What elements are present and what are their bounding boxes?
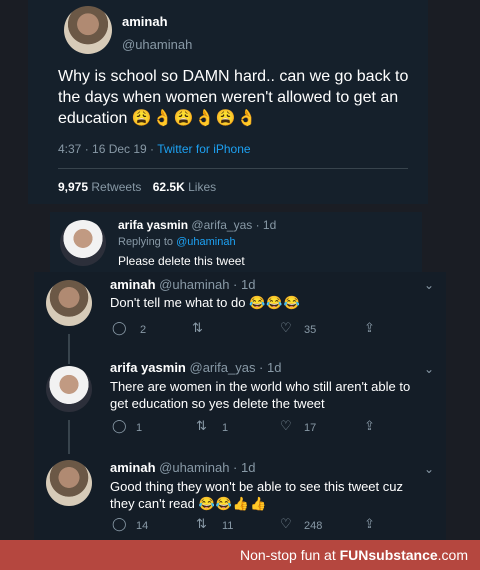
reply-tweet[interactable]: aminah @uhaminah · 1d Good thing they wo… (34, 454, 446, 540)
reply-text: Good thing they won't be able to see thi… (110, 479, 403, 511)
heart-icon[interactable]: ♡ (280, 516, 292, 532)
share-icon[interactable]: ⇪ (364, 516, 375, 532)
emoji-group: 😂😂😂 (249, 295, 301, 310)
avatar[interactable] (46, 280, 92, 326)
avatar[interactable] (46, 366, 92, 412)
reply-tweet[interactable]: arifa yasmin @arifa_yas · 1d Replying to… (50, 212, 422, 274)
author-handle[interactable]: @uhaminah · 1d (159, 277, 255, 292)
reply-icon[interactable]: ◯ (112, 320, 127, 336)
reply-icon[interactable]: ◯ (112, 418, 127, 434)
reply-text: Please delete this tweet (118, 254, 245, 268)
like-count: 17 (304, 422, 317, 434)
reply-header: aminah @uhaminah · 1d (110, 460, 255, 475)
main-tweet[interactable]: aminah @uhaminah Why is school so DAMN h… (28, 0, 428, 204)
chevron-down-icon[interactable]: ⌄ (424, 462, 434, 476)
author-handle[interactable]: @uhaminah · 1d (159, 460, 255, 475)
author-name[interactable]: aminah (110, 277, 156, 292)
author-name[interactable]: arifa yasmin (118, 218, 188, 232)
retweet-count[interactable]: 9,975 (58, 180, 88, 194)
reply-header: aminah @uhaminah · 1d (110, 277, 255, 292)
heart-icon[interactable]: ♡ (280, 320, 292, 336)
chevron-down-icon[interactable]: ⌄ (424, 362, 434, 376)
avatar[interactable] (64, 6, 112, 54)
reply-count: 1 (136, 422, 143, 434)
reply-header: arifa yasmin @arifa_yas · 1d (118, 218, 276, 232)
source-link[interactable]: Twitter for iPhone (157, 142, 250, 156)
like-count[interactable]: 62.5K (153, 180, 185, 194)
retweet-count: 11 (222, 520, 234, 532)
share-icon[interactable]: ⇪ (364, 320, 375, 336)
author-handle[interactable]: @uhaminah (122, 37, 192, 52)
reply-icon[interactable]: ◯ (112, 516, 127, 532)
avatar[interactable] (60, 220, 106, 266)
author-name[interactable]: aminah (110, 460, 156, 475)
reply-count: 14 (136, 520, 149, 532)
like-count: 35 (304, 324, 317, 336)
timestamp: 4:37 · 16 Dec 19 · (58, 142, 155, 156)
reply-thread: aminah @uhaminah · 1d Don't tell me what… (34, 272, 446, 540)
author-handle[interactable]: @arifa_yas · 1d (191, 218, 276, 232)
reply-text: There are women in the world who still a… (110, 379, 411, 411)
divider (58, 168, 408, 169)
replying-handle[interactable]: @uhaminah (176, 236, 235, 248)
author-name[interactable]: aminah (122, 14, 168, 29)
retweet-icon[interactable]: ⇅ (196, 516, 207, 532)
tweet-meta: 4:37 · 16 Dec 19 · Twitter for iPhone (58, 142, 251, 156)
heart-icon[interactable]: ♡ (280, 418, 292, 434)
chevron-down-icon[interactable]: ⌄ (424, 278, 434, 292)
emoji-group: 😩👌😩👌😩👌 (131, 110, 258, 127)
reply-text: Don't tell me what to do 😂😂😂 (110, 295, 301, 310)
tweet-text: Why is school so DAMN hard.. can we go b… (58, 68, 409, 127)
reply-header: arifa yasmin @arifa_yas · 1d (110, 360, 281, 375)
watermark-text: Non-stop fun at FUNsubstance.com (240, 547, 468, 563)
share-icon[interactable]: ⇪ (364, 418, 375, 434)
like-count: 248 (304, 520, 323, 532)
avatar[interactable] (46, 460, 92, 506)
replying-to: Replying to @uhaminah (118, 236, 236, 248)
retweets-label[interactable]: Retweets (91, 180, 141, 194)
likes-label[interactable]: Likes (188, 180, 216, 194)
author-handle[interactable]: @arifa_yas · 1d (190, 360, 282, 375)
watermark-bar: Non-stop fun at FUNsubstance.com (0, 540, 480, 570)
retweet-icon[interactable]: ⇅ (196, 418, 207, 434)
reply-count: 2 (140, 324, 147, 336)
retweet-icon[interactable]: ⇅ (192, 320, 203, 336)
emoji-group: 😂😂👍👍 (198, 496, 268, 511)
retweet-count: 1 (222, 422, 229, 434)
reply-tweet[interactable]: aminah @uhaminah · 1d Don't tell me what… (34, 272, 446, 362)
author-name[interactable]: arifa yasmin (110, 360, 186, 375)
reply-tweet[interactable]: arifa yasmin @arifa_yas · 1d There are w… (34, 360, 446, 452)
tweet-stats: 9,975 Retweets 62.5K Likes (58, 180, 216, 194)
